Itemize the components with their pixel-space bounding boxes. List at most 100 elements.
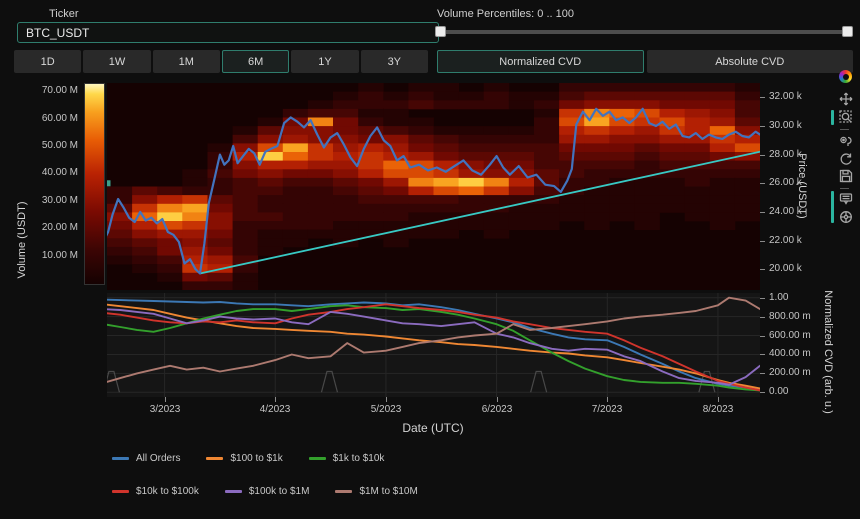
series-legend: All Orders $100 to $1k $1k to $10k $10k …	[112, 453, 418, 519]
cvd-tick-mark	[760, 317, 765, 318]
colorbar-tick-label: 60.00 M	[0, 113, 78, 124]
date-tick-label: 4/2023	[260, 404, 291, 415]
date-tick-mark	[607, 397, 608, 402]
normalized-cvd-chart[interactable]	[107, 293, 760, 397]
cvd-axis-title: Normalized CVD (arb. u.)	[822, 290, 834, 413]
volume-percentiles-slider[interactable]	[437, 30, 851, 34]
price-tick-label: 32.00 k	[769, 91, 802, 102]
legend-item-all-orders: All Orders	[112, 453, 180, 464]
box-zoom-icon[interactable]	[838, 109, 854, 125]
cvd-tick-label: 0.00	[769, 386, 788, 397]
price-tick-label: 20.00 k	[769, 263, 802, 274]
wheel-zoom-icon[interactable]	[838, 133, 854, 149]
active-tool-indicator	[831, 110, 834, 125]
absolute-cvd-button[interactable]: Absolute CVD	[647, 50, 854, 73]
cvd-tick-mark	[760, 336, 765, 337]
cvd-tick-label: 800.00 m	[769, 311, 811, 322]
reset-icon[interactable]	[838, 151, 854, 167]
legend-item-100k-1m: $100k to $1M	[225, 486, 310, 497]
range-button-1m[interactable]: 1M	[153, 50, 220, 73]
app-root: Ticker 1D 1W 1M 6M 1Y 3Y Volume Percenti…	[0, 0, 860, 519]
legend-item-1k-10k: $1k to $10k	[309, 453, 385, 464]
cvd-tick-mark	[760, 373, 765, 374]
legend-swatch	[112, 490, 129, 493]
time-range-buttons: 1D 1W 1M 6M 1Y 3Y	[14, 50, 428, 73]
legend-swatch	[335, 490, 352, 493]
volume-axis-title: Volume (USDT)	[16, 201, 28, 278]
price-tick-mark	[760, 241, 765, 242]
slider-handle-low[interactable]	[435, 26, 446, 37]
legend-swatch	[225, 490, 242, 493]
legend-label: All Orders	[136, 453, 180, 464]
legend-label: $1M to $10M	[359, 486, 417, 497]
legend-item-10k-100k: $10k to $100k	[112, 486, 199, 497]
date-tick-mark	[165, 397, 166, 402]
price-tick-label: 28.00 k	[769, 149, 802, 160]
price-tick-mark	[760, 183, 765, 184]
ticker-label: Ticker	[49, 8, 79, 20]
price-tick-mark	[760, 269, 765, 270]
range-button-3y[interactable]: 3Y	[361, 50, 428, 73]
legend-item-100-1k: $100 to $1k	[206, 453, 282, 464]
colorbar-tick-label: 30.00 M	[0, 195, 78, 206]
date-tick-mark	[386, 397, 387, 402]
volume-colorbar	[84, 83, 105, 285]
save-icon[interactable]	[838, 168, 854, 184]
legend-item-1m-10m: $1M to $10M	[335, 486, 417, 497]
active-tool-indicator	[831, 191, 834, 223]
colorbar-tick-label: 20.00 M	[0, 222, 78, 233]
legend-label: $10k to $100k	[136, 486, 199, 497]
legend-label: $100 to $1k	[230, 453, 282, 464]
price-tick-label: 24.00 k	[769, 206, 802, 217]
price-tick-mark	[760, 97, 765, 98]
toolbar-separator	[840, 188, 849, 189]
legend-label: $100k to $1M	[249, 486, 310, 497]
pan-icon[interactable]	[838, 91, 854, 107]
date-tick-label: 6/2023	[482, 404, 513, 415]
cvd-tick-mark	[760, 392, 765, 393]
cvd-tick-label: 1.00	[769, 292, 788, 303]
legend-swatch	[309, 457, 326, 460]
colorbar-tick-label: 50.00 M	[0, 140, 78, 151]
date-tick-mark	[497, 397, 498, 402]
normalized-cvd-button[interactable]: Normalized CVD	[437, 50, 644, 73]
price-tick-label: 22.00 k	[769, 235, 802, 246]
price-tick-label: 26.00 k	[769, 177, 802, 188]
price-tick-mark	[760, 126, 765, 127]
toolbar-separator	[840, 129, 849, 130]
hover-icon[interactable]	[838, 191, 854, 207]
range-button-1w[interactable]: 1W	[83, 50, 150, 73]
legend-label: $1k to $10k	[333, 453, 385, 464]
range-button-1y[interactable]: 1Y	[291, 50, 358, 73]
price-tick-mark	[760, 212, 765, 213]
date-tick-label: 8/2023	[703, 404, 734, 415]
price-tick-label: 30.00 k	[769, 120, 802, 131]
range-button-1d[interactable]: 1D	[14, 50, 81, 73]
legend-swatch	[206, 457, 223, 460]
legend-row: $10k to $100k $100k to $1M $1M to $10M	[112, 486, 418, 497]
volume-percentiles-label: Volume Percentiles: 0 .. 100	[437, 8, 574, 20]
colorbar-tick-label: 40.00 M	[0, 167, 78, 178]
date-axis-title: Date (UTC)	[402, 421, 463, 435]
cvd-mode-buttons: Normalized CVD Absolute CVD	[437, 50, 853, 73]
examine-icon[interactable]	[838, 209, 854, 225]
price-heatmap-chart[interactable]	[107, 83, 760, 290]
slider-handle-high[interactable]	[842, 26, 853, 37]
range-button-6m[interactable]: 6M	[222, 50, 289, 73]
cvd-tick-mark	[760, 298, 765, 299]
date-tick-label: 7/2023	[592, 404, 623, 415]
colorbar-tick-label: 10.00 M	[0, 250, 78, 261]
bokeh-logo-icon[interactable]	[839, 70, 852, 83]
date-tick-mark	[275, 397, 276, 402]
cvd-tick-label: 600.00 m	[769, 330, 811, 341]
cvd-tick-label: 200.00 m	[769, 367, 811, 378]
date-tick-mark	[718, 397, 719, 402]
date-tick-label: 5/2023	[371, 404, 402, 415]
price-tick-mark	[760, 155, 765, 156]
cvd-tick-label: 400.00 m	[769, 348, 811, 359]
legend-swatch	[112, 457, 129, 460]
ticker-input[interactable]	[17, 22, 439, 43]
colorbar-tick-label: 70.00 M	[0, 85, 78, 96]
date-tick-label: 3/2023	[150, 404, 181, 415]
cvd-tick-mark	[760, 354, 765, 355]
